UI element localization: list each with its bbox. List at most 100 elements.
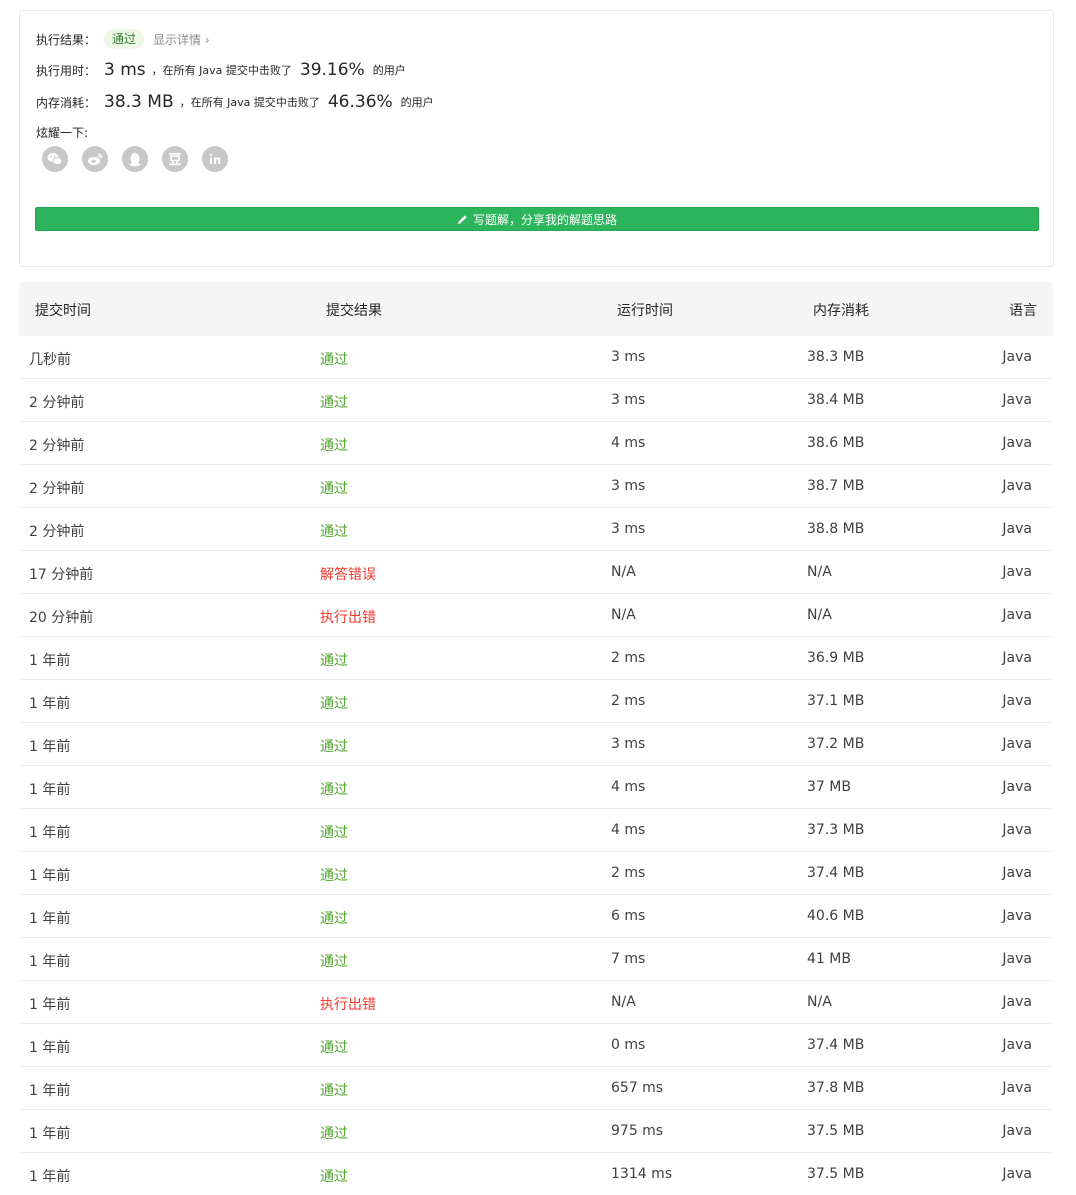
- language-cell: Java: [1002, 693, 1032, 709]
- runtime-cell: 3 ms: [611, 478, 646, 494]
- memory-cell: N/A: [807, 607, 832, 623]
- table-row[interactable]: 2 分钟前 通过 4 ms 38.6 MB Java: [19, 422, 1053, 465]
- memory-cell: 37 MB: [807, 779, 851, 795]
- submit-result-link[interactable]: 解答错误: [320, 564, 376, 584]
- table-row[interactable]: 1 年前 执行出错 N/A N/A Java: [19, 981, 1053, 1024]
- submit-result-link[interactable]: 通过: [320, 392, 348, 412]
- table-row[interactable]: 20 分钟前 执行出错 N/A N/A Java: [19, 594, 1053, 637]
- submit-result-link[interactable]: 执行出错: [320, 994, 376, 1014]
- memory-suffix: 的用户: [400, 96, 434, 109]
- table-row[interactable]: 1 年前 通过 2 ms 36.9 MB Java: [19, 637, 1053, 680]
- douban-icon[interactable]: [162, 146, 188, 172]
- submit-time-cell: 1 年前: [29, 1169, 71, 1185]
- submit-result-link[interactable]: 通过: [320, 908, 348, 928]
- memory-cell: 40.6 MB: [807, 908, 865, 924]
- show-details-link[interactable]: 显示详情 ›: [153, 31, 210, 48]
- submit-result-link[interactable]: 通过: [320, 349, 348, 369]
- submit-result-link[interactable]: 通过: [320, 951, 348, 971]
- table-row[interactable]: 1 年前 通过 975 ms 37.5 MB Java: [19, 1110, 1053, 1153]
- submit-time-cell: 几秒前: [29, 352, 71, 368]
- table-row[interactable]: 2 分钟前 通过 3 ms 38.4 MB Java: [19, 379, 1053, 422]
- memory-cell: 37.5 MB: [807, 1166, 865, 1182]
- memory-cell: 37.1 MB: [807, 693, 865, 709]
- submit-result-link[interactable]: 通过: [320, 521, 348, 541]
- runtime-cell: 7 ms: [611, 951, 646, 967]
- header-memory[interactable]: 内存消耗: [813, 300, 869, 320]
- runtime-cell: N/A: [611, 994, 636, 1010]
- runtime-label: 执行用时：: [36, 63, 97, 78]
- submit-result-link[interactable]: 通过: [320, 1123, 348, 1143]
- memory-cell: 37.2 MB: [807, 736, 865, 752]
- table-row[interactable]: 1 年前 通过 4 ms 37.3 MB Java: [19, 809, 1053, 852]
- submit-result-link[interactable]: 通过: [320, 1037, 348, 1057]
- memory-description: ，在所有 Java 提交中击败了: [179, 96, 320, 109]
- table-row[interactable]: 1 年前 通过 1314 ms 37.5 MB Java: [19, 1153, 1053, 1195]
- runtime-value: 3 ms: [104, 60, 146, 80]
- table-row[interactable]: 1 年前 通过 7 ms 41 MB Java: [19, 938, 1053, 981]
- table-row[interactable]: 1 年前 通过 2 ms 37.4 MB Java: [19, 852, 1053, 895]
- language-cell: Java: [1002, 1166, 1032, 1182]
- qq-icon[interactable]: [122, 146, 148, 172]
- memory-row: 内存消耗： 38.3 MB ，在所有 Java 提交中击败了 46.36% 的用…: [36, 92, 434, 112]
- memory-cell: 37.4 MB: [807, 865, 865, 881]
- memory-cell: 37.3 MB: [807, 822, 865, 838]
- memory-cell: 38.8 MB: [807, 521, 865, 537]
- table-row[interactable]: 1 年前 通过 0 ms 37.4 MB Java: [19, 1024, 1053, 1067]
- submit-result-link[interactable]: 通过: [320, 435, 348, 455]
- table-row[interactable]: 1 年前 通过 4 ms 37 MB Java: [19, 766, 1053, 809]
- submit-result-link[interactable]: 通过: [320, 650, 348, 670]
- submit-result-link[interactable]: 执行出错: [320, 607, 376, 627]
- table-body: 几秒前 通过 3 ms 38.3 MB Java 2 分钟前 通过 3 ms 38.4 MB Ja…: [19, 336, 1053, 1195]
- submissions-table: 提交时间 提交结果 运行时间 内存消耗 语言 几秒前 通过 3 ms 38.3 MB J…: [19, 282, 1053, 1195]
- submit-time-cell: 1 年前: [29, 954, 71, 970]
- language-cell: Java: [1002, 994, 1032, 1010]
- language-cell: Java: [1002, 779, 1032, 795]
- header-runtime[interactable]: 运行时间: [617, 300, 673, 320]
- runtime-percentile: 39.16%: [299, 60, 365, 80]
- language-cell: Java: [1002, 521, 1032, 537]
- table-row[interactable]: 1 年前 通过 6 ms 40.6 MB Java: [19, 895, 1053, 938]
- submit-result-link[interactable]: 通过: [320, 736, 348, 756]
- memory-cell: 37.8 MB: [807, 1080, 865, 1096]
- runtime-cell: 3 ms: [611, 736, 646, 752]
- submit-result-link[interactable]: 通过: [320, 865, 348, 885]
- submit-result-link[interactable]: 通过: [320, 1166, 348, 1186]
- runtime-cell: 657 ms: [611, 1080, 664, 1096]
- pencil-icon: [457, 214, 467, 224]
- header-submit-time[interactable]: 提交时间: [35, 300, 91, 320]
- submit-result-link[interactable]: 通过: [320, 1080, 348, 1100]
- table-header: 提交时间 提交结果 运行时间 内存消耗 语言: [19, 282, 1053, 336]
- memory-cell: 38.7 MB: [807, 478, 865, 494]
- table-row[interactable]: 1 年前 通过 3 ms 37.2 MB Java: [19, 723, 1053, 766]
- weibo-icon[interactable]: [82, 146, 108, 172]
- status-label: 执行结果：: [36, 32, 97, 47]
- share-label: 炫耀一下:: [36, 126, 89, 140]
- language-cell: Java: [1002, 865, 1032, 881]
- submit-time-cell: 1 年前: [29, 739, 71, 755]
- submit-result-link[interactable]: 通过: [320, 478, 348, 498]
- runtime-cell: 2 ms: [611, 693, 646, 709]
- table-row[interactable]: 17 分钟前 解答错误 N/A N/A Java: [19, 551, 1053, 594]
- memory-cell: 41 MB: [807, 951, 851, 967]
- linkedin-icon[interactable]: [202, 146, 228, 172]
- write-solution-label: 写题解，分享我的解题思路: [472, 212, 617, 227]
- submit-result-link[interactable]: 通过: [320, 779, 348, 799]
- language-cell: Java: [1002, 908, 1032, 924]
- memory-percentile: 46.36%: [327, 92, 393, 112]
- submit-result-link[interactable]: 通过: [320, 822, 348, 842]
- header-language[interactable]: 语言: [1009, 300, 1037, 320]
- table-row[interactable]: 1 年前 通过 657 ms 37.8 MB Java: [19, 1067, 1053, 1110]
- table-row[interactable]: 1 年前 通过 2 ms 37.1 MB Java: [19, 680, 1053, 723]
- submit-result-link[interactable]: 通过: [320, 693, 348, 713]
- runtime-cell: N/A: [611, 564, 636, 580]
- table-row[interactable]: 2 分钟前 通过 3 ms 38.8 MB Java: [19, 508, 1053, 551]
- table-row[interactable]: 几秒前 通过 3 ms 38.3 MB Java: [19, 336, 1053, 379]
- runtime-description: ，在所有 Java 提交中击败了: [151, 64, 292, 77]
- language-cell: Java: [1002, 392, 1032, 408]
- memory-cell: 38.6 MB: [807, 435, 865, 451]
- wechat-icon[interactable]: [42, 146, 68, 172]
- write-solution-button[interactable]: 写题解，分享我的解题思路: [35, 207, 1039, 231]
- header-submit-result[interactable]: 提交结果: [326, 300, 382, 320]
- language-cell: Java: [1002, 564, 1032, 580]
- table-row[interactable]: 2 分钟前 通过 3 ms 38.7 MB Java: [19, 465, 1053, 508]
